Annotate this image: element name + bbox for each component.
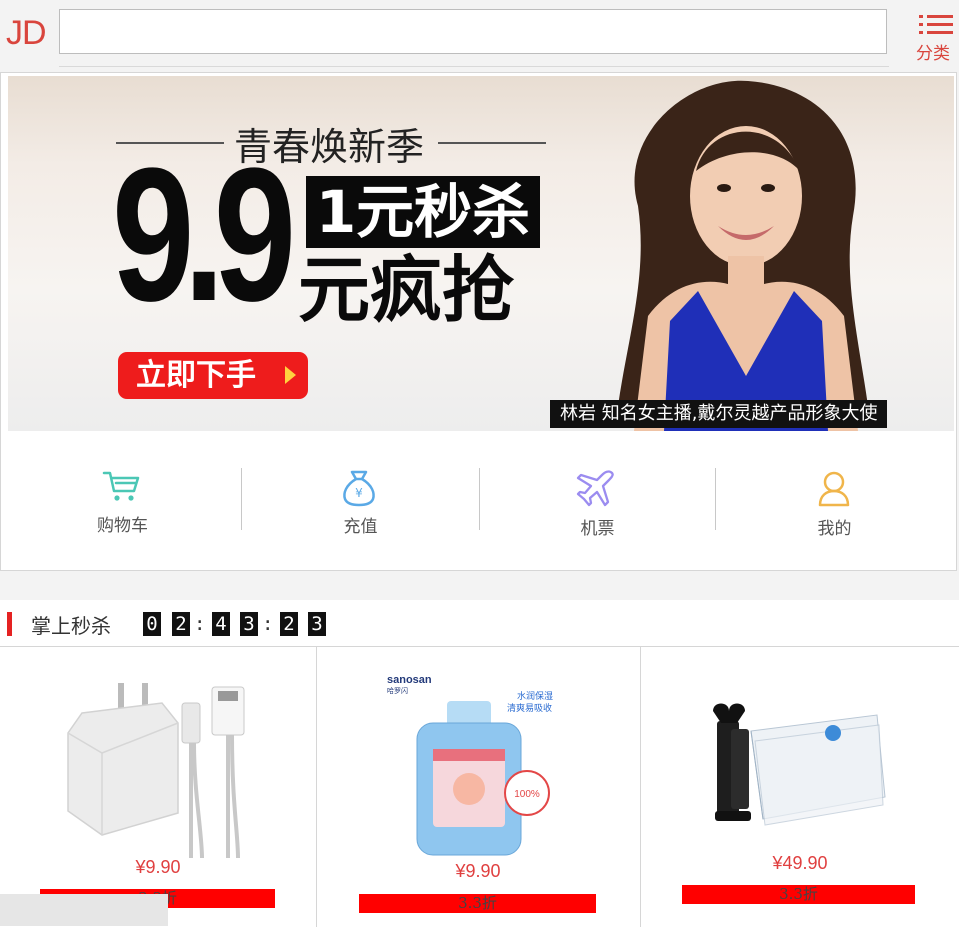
category-menu-button[interactable]: 分类 xyxy=(916,10,956,64)
svg-text:清爽易吸收: 清爽易吸收 xyxy=(507,702,552,714)
header-divider xyxy=(59,66,889,67)
search-input[interactable] xyxy=(59,9,887,54)
banner-sub-text: 元疯抢 xyxy=(298,248,515,332)
timer-digit: 2 xyxy=(280,612,298,636)
timer-digit: 0 xyxy=(143,612,161,636)
quick-nav-mine[interactable]: 我的 xyxy=(716,439,953,564)
timer-digit: 2 xyxy=(172,612,190,636)
buy-now-button[interactable]: 立即下手 xyxy=(118,352,308,399)
spokesperson-image xyxy=(618,80,868,431)
timer-separator: : xyxy=(194,613,206,635)
timer-digit: 3 xyxy=(240,612,258,636)
svg-text:100%: 100% xyxy=(514,789,540,800)
money-bag-icon: ¥ xyxy=(343,470,375,507)
timer-digit: 3 xyxy=(308,612,326,636)
promo-banner[interactable]: 青春焕新季 9.9 1元秒杀 元疯抢 立即下手 林岩 知名女主播,戴尔灵越产品形… xyxy=(8,76,954,431)
category-menu-label: 分类 xyxy=(916,44,950,64)
bottom-overlay xyxy=(0,894,168,926)
quick-nav-recharge-label: 充值 xyxy=(343,517,378,537)
quick-nav-cart[interactable]: 购物车 xyxy=(4,439,241,564)
svg-text:sanosan: sanosan xyxy=(387,674,432,686)
product-card[interactable]: ¥49.90 3.3折 xyxy=(641,647,959,927)
product-price: ¥9.90 xyxy=(455,861,501,881)
flash-sale-header: 掌上秒杀 0 2 : 4 3 : 2 3 xyxy=(0,600,959,648)
buy-now-label: 立即下手 xyxy=(136,358,256,393)
svg-text:¥: ¥ xyxy=(355,486,363,500)
quick-nav-recharge[interactable]: ¥ 充值 xyxy=(242,439,479,564)
flash-sale-title: 掌上秒杀 xyxy=(31,614,111,638)
product-price: ¥49.90 xyxy=(772,853,828,873)
discount-badge: 3.3折 xyxy=(359,894,596,913)
airplane-icon xyxy=(576,470,614,507)
svg-text:水润保湿: 水润保湿 xyxy=(517,690,553,702)
jd-logo[interactable]: JD xyxy=(6,14,47,53)
discount-badge: 3.3折 xyxy=(682,885,915,904)
product-card[interactable]: sanosan 哈罗闪 水润保湿 清爽易吸收 100% ¥9.90 3.3折 xyxy=(317,647,639,927)
banner-big-price: 9.9 xyxy=(112,129,296,341)
timer-digit: 4 xyxy=(212,612,230,636)
promo-card: 青春焕新季 9.9 1元秒杀 元疯抢 立即下手 林岩 知名女主播,戴尔灵越产品形… xyxy=(0,72,957,571)
product-card[interactable]: ¥9.90 3.3折 xyxy=(0,647,316,927)
product-price: ¥9.90 xyxy=(135,857,181,877)
cart-icon xyxy=(102,471,140,501)
timer-separator: : xyxy=(262,613,274,635)
quick-nav-mine-label: 我的 xyxy=(817,519,852,539)
flash-sale-products: ¥9.90 3.3折 sanosan 哈罗闪 水润保湿 清爽易吸收 100% ¥… xyxy=(0,646,959,927)
decorative-line-right xyxy=(438,142,546,144)
section-accent-bar xyxy=(7,612,12,636)
banner-box-text: 1元秒杀 xyxy=(306,176,540,248)
arrow-right-icon xyxy=(285,366,296,384)
top-header: JD 分类 xyxy=(0,0,959,70)
quick-nav-flights[interactable]: 机票 xyxy=(479,439,716,564)
banner-caption: 林岩 知名女主播,戴尔灵越产品形象大使 xyxy=(550,400,887,428)
user-icon xyxy=(818,471,850,507)
svg-text:哈罗闪: 哈罗闪 xyxy=(387,686,408,695)
product-image-vacuum-bags xyxy=(713,703,886,826)
quick-nav-cart-label: 购物车 xyxy=(97,516,148,536)
product-image-lotion: sanosan 哈罗闪 水润保湿 清爽易吸收 100% xyxy=(387,674,553,856)
quick-nav-flights-label: 机票 xyxy=(580,519,615,539)
product-image-charger xyxy=(67,683,245,858)
quick-nav: 购物车 ¥ 充值 机票 我的 xyxy=(1,439,956,564)
list-menu-icon xyxy=(919,15,953,34)
